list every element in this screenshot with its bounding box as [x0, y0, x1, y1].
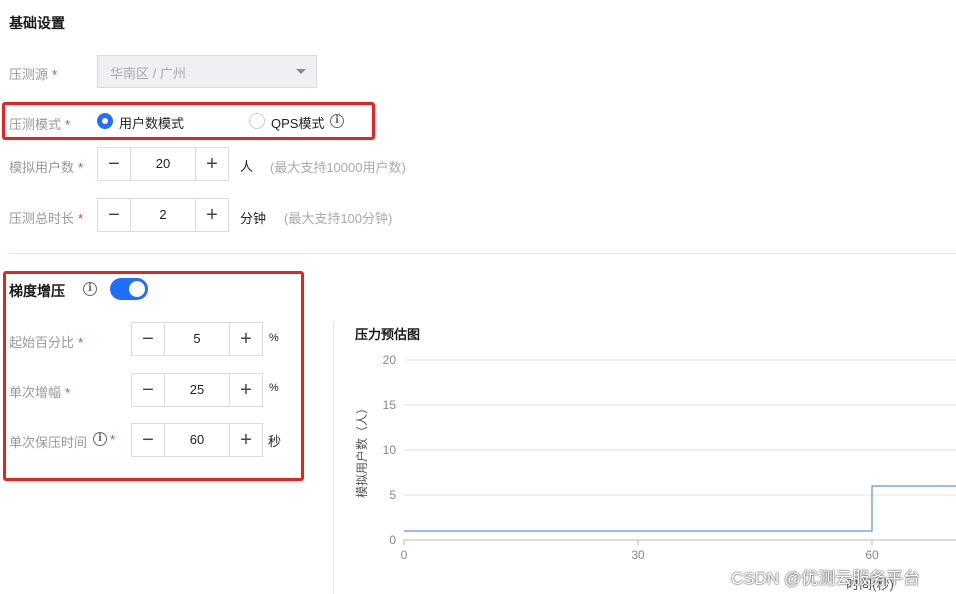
info-icon[interactable]: i: [83, 282, 97, 296]
duration-value[interactable]: 2: [131, 199, 195, 231]
users-stepper[interactable]: − 20 +: [97, 147, 229, 181]
source-select[interactable]: 华南区 / 广州: [97, 55, 317, 88]
basic-settings-title: 基础设置: [9, 15, 65, 31]
source-label-text: 压测源: [9, 67, 49, 82]
duration-decrement-button[interactable]: −: [98, 199, 131, 231]
info-icon[interactable]: i: [93, 432, 107, 446]
start-percent-increment-button[interactable]: +: [229, 323, 262, 355]
step-increase-decrement-button[interactable]: −: [132, 374, 165, 406]
y-axis-label: 模拟用户数（人）: [354, 402, 369, 498]
mode-label-text: 压测模式: [9, 117, 62, 132]
gradient-toggle[interactable]: [110, 278, 148, 300]
users-label: 模拟用户数 *: [9, 157, 83, 176]
info-icon[interactable]: i: [330, 114, 344, 128]
step-increase-value[interactable]: 25: [165, 374, 229, 406]
toggle-knob: [129, 281, 145, 297]
hold-time-label: 单次保压时间: [9, 432, 87, 451]
source-label: 压测源 *: [9, 64, 57, 83]
duration-increment-button[interactable]: +: [195, 199, 228, 231]
users-label-text: 模拟用户数: [9, 160, 75, 175]
chart-title: 压力预估图: [355, 327, 421, 342]
radio-user-mode[interactable]: [97, 113, 113, 129]
watermark: CSDN @优测云服务平台: [731, 569, 921, 588]
series-line: [404, 485, 956, 532]
step-increase-increment-button[interactable]: +: [229, 374, 262, 406]
start-percent-stepper[interactable]: − 5 +: [131, 322, 263, 356]
gradient-title: 梯度增压: [9, 283, 65, 299]
step-increase-label: 单次增幅 *: [9, 382, 70, 401]
x-tick-label: 0: [401, 548, 408, 562]
y-tick-label: 5: [389, 488, 396, 502]
hold-time-increment-button[interactable]: +: [229, 424, 262, 456]
mode-label: 压测模式 *: [9, 114, 70, 133]
required-mark: *: [52, 67, 58, 82]
start-percent-decrement-button[interactable]: −: [132, 323, 165, 355]
start-percent-unit: %: [269, 332, 279, 344]
radio-user-mode-label[interactable]: 用户数模式: [119, 113, 184, 132]
duration-label: 压测总时长 *: [9, 208, 83, 227]
radio-qps-mode[interactable]: [249, 113, 265, 129]
hold-time-decrement-button[interactable]: −: [132, 424, 165, 456]
hold-time-unit: 秒: [268, 434, 282, 449]
radio-qps-mode-label[interactable]: QPS模式: [271, 113, 324, 132]
section-divider: [9, 253, 956, 254]
duration-hint: (最大支持100分钟): [284, 211, 393, 226]
step-increase-label-text: 单次增幅: [9, 385, 62, 400]
users-unit: 人: [240, 159, 254, 174]
step-increase-stepper[interactable]: − 25 +: [131, 373, 263, 407]
required-mark: *: [65, 385, 71, 400]
required-mark: *: [78, 335, 84, 350]
required-mark: *: [110, 432, 116, 447]
start-percent-label: 起始百分比 *: [9, 332, 83, 351]
y-tick-label: 0: [389, 533, 396, 547]
hold-time-label-text: 单次保压时间: [9, 435, 88, 450]
chevron-down-icon: [296, 69, 306, 74]
duration-stepper[interactable]: − 2 +: [97, 198, 229, 232]
duration-unit: 分钟: [240, 211, 267, 226]
x-tick-label: 30: [631, 548, 645, 562]
start-percent-value[interactable]: 5: [165, 323, 229, 355]
hold-time-value[interactable]: 60: [165, 424, 229, 456]
y-tick-label: 20: [383, 353, 397, 367]
hold-time-stepper[interactable]: − 60 +: [131, 423, 263, 457]
users-decrement-button[interactable]: −: [98, 148, 131, 180]
step-increase-unit: %: [269, 382, 279, 394]
required-mark: *: [78, 211, 84, 226]
required-mark: *: [65, 117, 71, 132]
required-mark: *: [78, 160, 84, 175]
users-value[interactable]: 20: [131, 148, 195, 180]
duration-label-text: 压测总时长: [9, 211, 75, 226]
y-tick-label: 10: [383, 443, 397, 457]
pressure-chart: 05101520 0 30 60 模拟用户数（人） 时间(秒): [354, 353, 956, 592]
y-tick-label: 15: [383, 398, 397, 412]
panel-divider: [333, 322, 334, 594]
source-select-value: 华南区 / 广州: [110, 66, 186, 81]
x-tick-label: 60: [865, 548, 879, 562]
users-increment-button[interactable]: +: [195, 148, 228, 180]
users-hint: (最大支持10000用户数): [270, 160, 406, 175]
start-percent-label-text: 起始百分比: [9, 335, 75, 350]
